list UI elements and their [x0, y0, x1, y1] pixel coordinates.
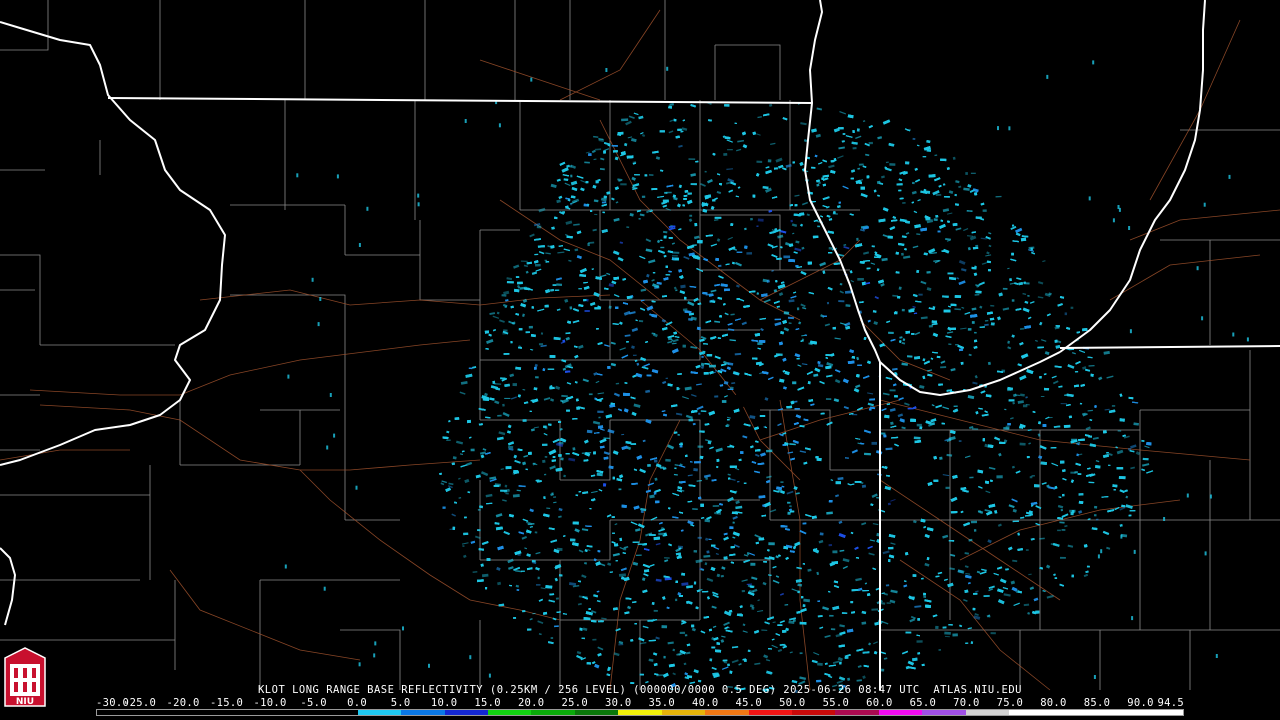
- radar-map: [0, 0, 1280, 720]
- scale-segment: [1096, 710, 1140, 715]
- scale-tick-label: 0.0: [347, 697, 368, 709]
- scale-segment: [401, 710, 445, 715]
- scale-tick-label: 40.0: [692, 697, 719, 709]
- scale-tick-label: 5.0: [390, 697, 411, 709]
- color-scale-bar: [96, 709, 1184, 716]
- scale-segment: [357, 710, 402, 715]
- scale-tick-label: 30.0: [604, 697, 632, 709]
- scale-tick-label: 10.0: [430, 697, 458, 709]
- radar-site: [733, 393, 751, 407]
- scale-tick-label: -5.0: [300, 697, 327, 709]
- scale-tick-label: 35.0: [648, 697, 675, 709]
- scale-segment: [574, 710, 619, 715]
- scale-segment: [792, 710, 836, 715]
- scale-tick-label: 25.0: [561, 697, 588, 709]
- scale-segment: [270, 710, 315, 715]
- scale-segment: [1009, 710, 1053, 715]
- niu-logo-text: NIU: [16, 697, 34, 707]
- scale-tick-label: 45.0: [735, 697, 763, 709]
- scale-segment: [531, 710, 575, 715]
- scale-segment: [922, 710, 966, 715]
- scale-segment: [97, 710, 141, 715]
- scale-tick-label: 70.0: [953, 697, 980, 709]
- scale-tick-label: 94.5: [1157, 697, 1184, 709]
- scale-segment: [140, 710, 184, 715]
- scale-tick-label: 15.0: [474, 697, 501, 709]
- scale-tick-label: -15.0: [209, 697, 244, 709]
- scale-segment: [1052, 710, 1097, 715]
- scale-tick-label: -10.0: [253, 697, 287, 709]
- product-title: KLOT LONG RANGE BASE REFLECTIVITY (0.25K…: [257, 684, 1022, 696]
- scale-tick-label: 50.0: [779, 697, 806, 709]
- scale-tick-label: 90.0: [1127, 697, 1154, 709]
- scale-segment: [705, 710, 749, 715]
- scale-tick-label: -20.0: [166, 697, 200, 709]
- scale-segment: [227, 710, 271, 715]
- scale-segment: [965, 710, 1010, 715]
- scale-tick-label: 55.0: [822, 697, 850, 709]
- scale-tick-label: -25.0: [122, 697, 157, 709]
- scale-tick-label: 60.0: [866, 697, 893, 709]
- scale-tick-label: 85.0: [1083, 697, 1111, 709]
- scale-segment: [835, 710, 879, 715]
- scale-segment: [444, 710, 488, 715]
- niu-logo: NIU: [4, 647, 46, 707]
- scale-segment: [183, 710, 228, 715]
- scale-segment: [487, 710, 532, 715]
- scale-segment: [661, 710, 706, 715]
- scale-segment: [618, 710, 662, 715]
- scale-tick-label: 20.0: [517, 697, 545, 709]
- scale-segment: [1139, 710, 1183, 715]
- color-scale-ticks: -30.0 -25.0 -20.0 -15.0 -10.0 -5.0 0.0 5.0 10.0 1…: [96, 697, 1184, 709]
- scale-tick-label: 80.0: [1040, 697, 1067, 709]
- scale-tick-label: 65.0: [909, 697, 937, 709]
- scale-segment: [314, 710, 358, 715]
- scale-segment: [878, 710, 923, 715]
- scale-tick-label: 75.0: [996, 697, 1024, 709]
- scale-segment: [748, 710, 792, 715]
